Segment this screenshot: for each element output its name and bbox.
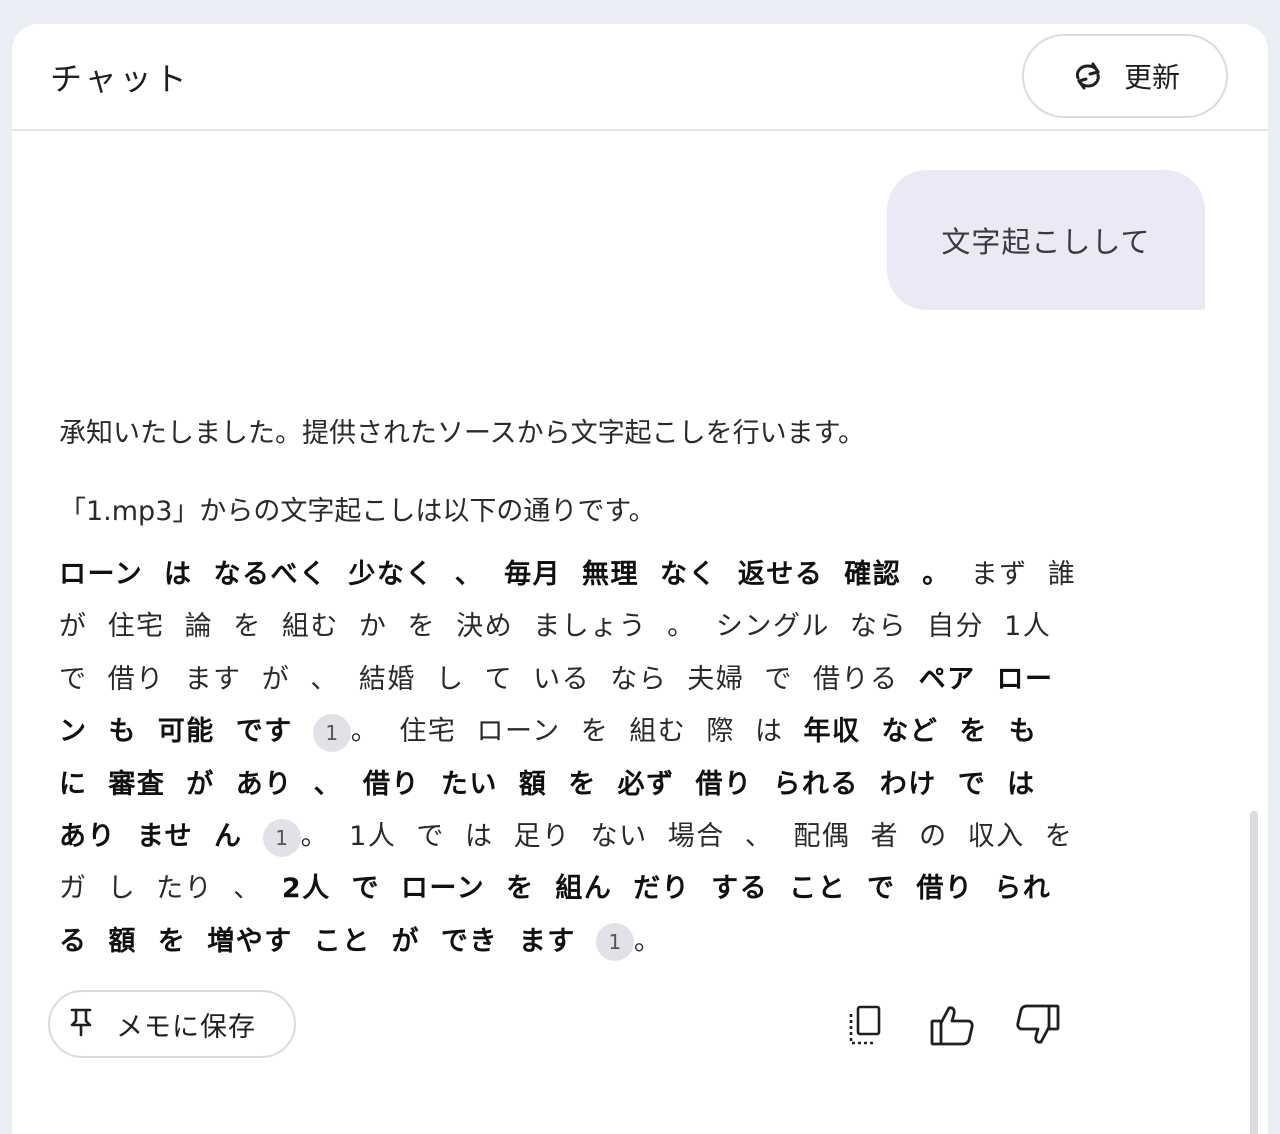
transcript-run: 。 住宅 ローン を 組む 際 は (350, 716, 804, 748)
refresh-button[interactable]: 更新 (1022, 34, 1228, 118)
user-message-text: 文字起こしして (941, 225, 1151, 259)
thumbs-down-button[interactable] (1012, 1001, 1064, 1053)
citation-badge[interactable]: 1 (312, 713, 351, 752)
thumbs-up-icon (928, 1002, 976, 1052)
thumbs-up-button[interactable] (926, 1001, 978, 1053)
user-message-bubble: 文字起こしして (887, 170, 1205, 310)
answer-file-line: 「1.mp3」からの文字起こしは以下の通りです。 (59, 496, 656, 527)
save-memo-button[interactable]: メモに保存 (48, 990, 296, 1058)
chat-header: チャット 更新 (12, 24, 1268, 131)
chat-panel: チャット 更新 文字起こしして 承知いたしました。提供されたソースから文字起こし… (12, 24, 1268, 1134)
citation-badge[interactable]: 1 (595, 923, 634, 962)
refresh-label: 更新 (1123, 61, 1180, 94)
thumbs-down-icon (1014, 1002, 1062, 1052)
scrollbar[interactable] (1246, 131, 1262, 1134)
pin-icon (68, 1007, 94, 1041)
copy-icon (843, 1003, 887, 1051)
transcript-run: 。 (633, 925, 663, 957)
save-memo-label: メモに保存 (116, 1011, 256, 1043)
transcript-bold-run: ローン は なるべく 少なく 、 毎月 無理 なく 返せる 確認 。 (59, 559, 951, 590)
scrollbar-thumb[interactable] (1250, 811, 1258, 1134)
page-title: チャット (50, 60, 190, 98)
conversation-area[interactable]: 文字起こしして 承知いたしました。提供されたソースから文字起こしを行います。 「… (12, 131, 1268, 1134)
transcript-text: ローン は なるべく 少なく 、 毎月 無理 なく 返せる 確認 。 まず 誰 … (59, 549, 1079, 968)
citation-badge[interactable]: 1 (262, 818, 301, 857)
copy-button[interactable] (839, 1001, 891, 1053)
answer-intro: 承知いたしました。提供されたソースから文字起こしを行います。 (59, 418, 865, 449)
refresh-icon (1070, 58, 1106, 94)
